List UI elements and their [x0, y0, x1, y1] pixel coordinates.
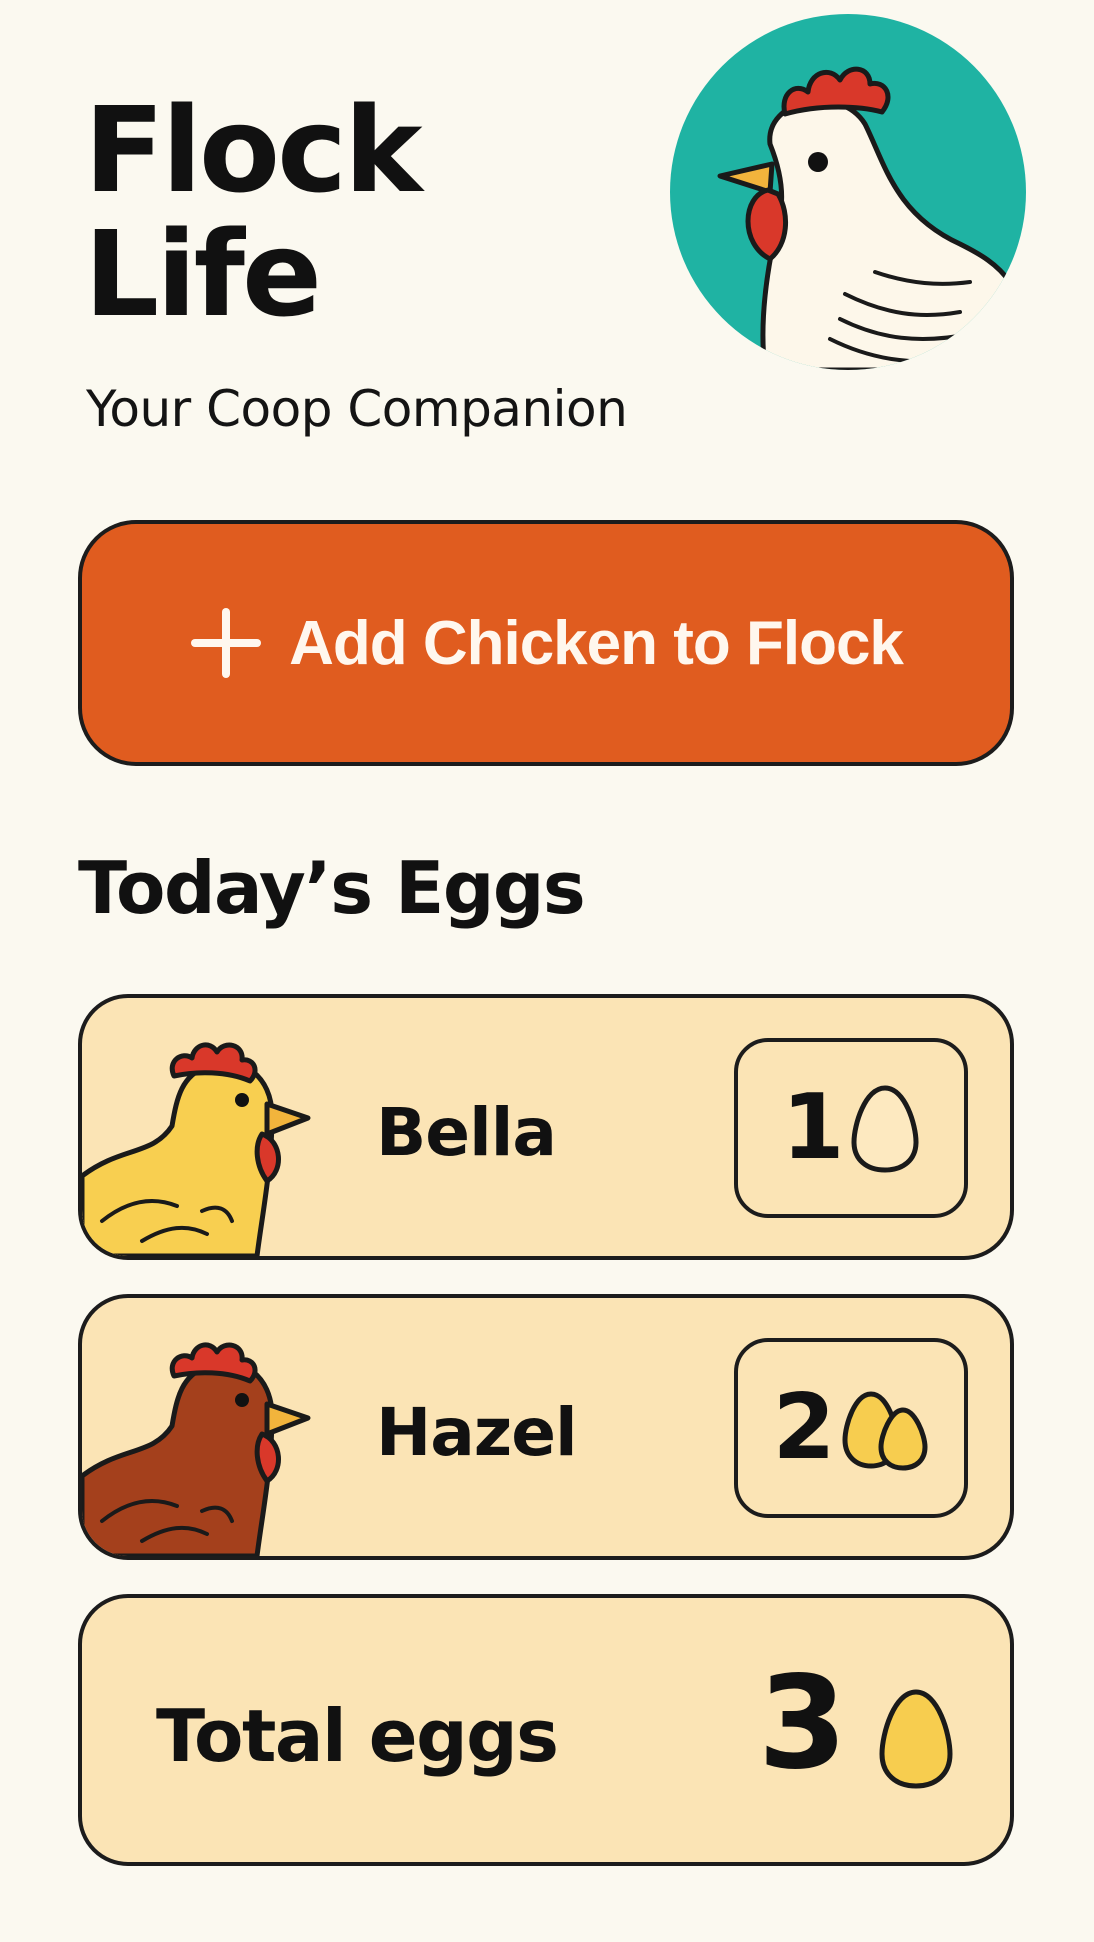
plus-icon [191, 608, 262, 678]
app-subtitle: Your Coop Companion [86, 380, 628, 438]
egg-count: 1 [781, 1075, 845, 1180]
total-eggs-count: 3 [758, 1649, 848, 1798]
chicken-name: Bella [376, 1094, 557, 1171]
outlined-egg-icon [851, 1085, 919, 1173]
brown-hen-icon [82, 1342, 311, 1556]
egg-count: 2 [772, 1375, 836, 1480]
total-eggs-card: Total eggs 3 [78, 1594, 1014, 1866]
egg-count-box[interactable]: 1 [734, 1038, 968, 1218]
two-eggs-icon [842, 1391, 928, 1471]
total-eggs-label: Total eggs [156, 1694, 559, 1778]
chicken-card-bella[interactable]: Bella 1 [78, 994, 1014, 1260]
add-chicken-label: Add Chicken to Flock [289, 608, 904, 678]
flock-life-app: Flock Life Your Coop Companion Add Chick… [0, 0, 1094, 1942]
app-title-line-2: Life [84, 205, 322, 343]
egg-count-box[interactable]: 2 [734, 1338, 968, 1518]
app-title: Flock Life [84, 81, 423, 343]
add-chicken-button[interactable]: Add Chicken to Flock [78, 520, 1014, 766]
app-title-line-1: Flock [84, 81, 423, 219]
chicken-card-hazel[interactable]: Hazel 2 [78, 1294, 1014, 1560]
rooster-avatar-icon [670, 14, 1026, 370]
yellow-egg-icon [879, 1689, 953, 1789]
todays-eggs-heading: Today’s Eggs [78, 846, 586, 930]
chicken-name: Hazel [376, 1394, 578, 1471]
yellow-hen-icon [82, 1042, 311, 1256]
